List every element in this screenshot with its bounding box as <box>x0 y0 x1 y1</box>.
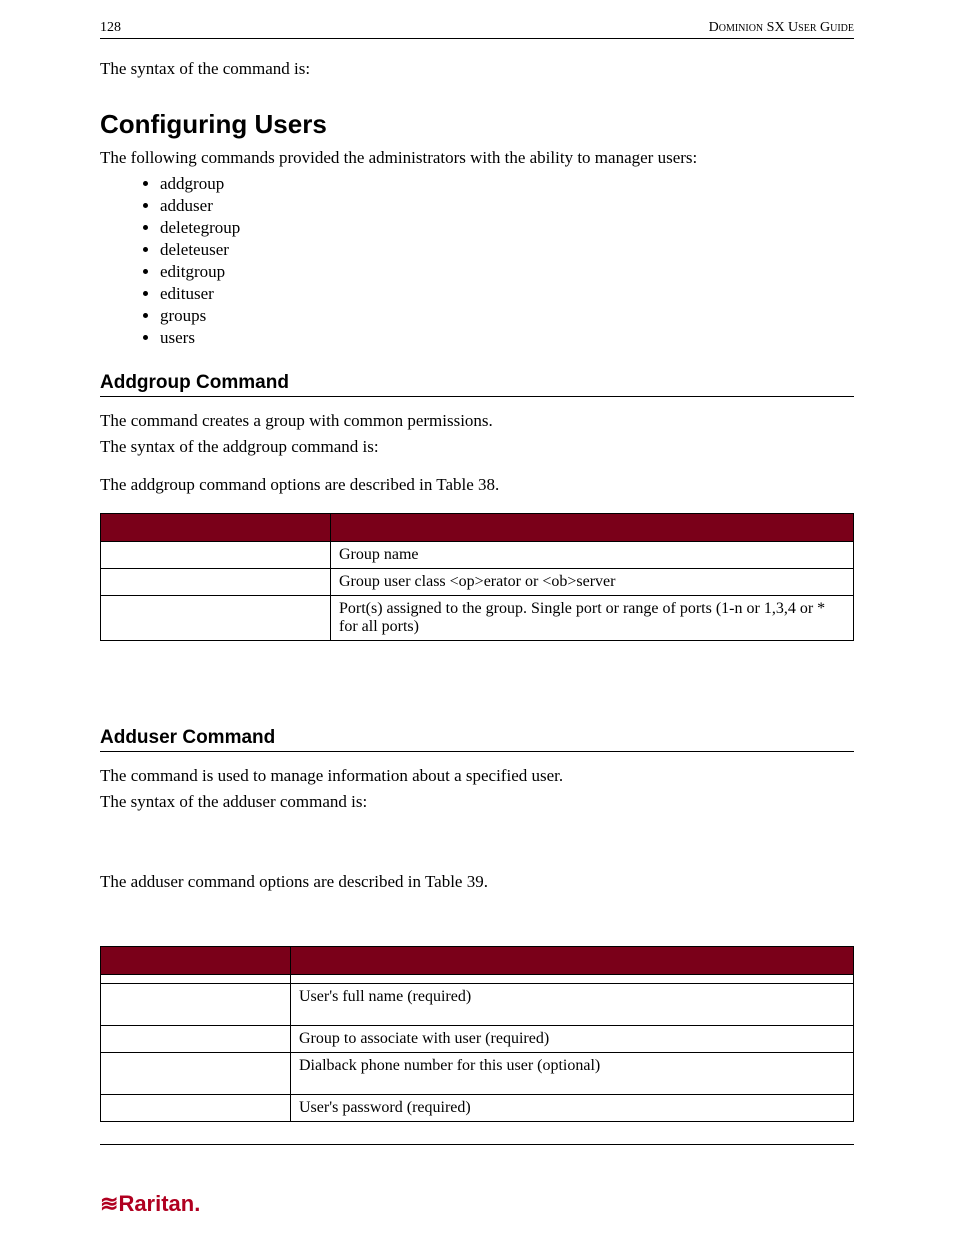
table-row: Port(s) assigned to the group. Single po… <box>101 596 854 641</box>
table-row: User's full name (required) <box>101 984 854 1026</box>
page-number: 128 <box>100 20 121 36</box>
option-cell <box>101 975 291 984</box>
section-heading-adduser: Adduser Command <box>100 727 854 752</box>
option-cell <box>101 569 331 596</box>
addgroup-desc: The command creates a group with common … <box>100 411 854 431</box>
logo-text: Raritan. <box>118 1191 200 1217</box>
text: command is used to manage information ab… <box>131 766 563 785</box>
description-cell <box>291 975 854 984</box>
description-cell: Group name <box>331 542 854 569</box>
table-header-row <box>101 947 854 975</box>
description-cell: Dialback phone number for this user (opt… <box>291 1053 854 1095</box>
table-row: Group name <box>101 542 854 569</box>
table-row: Group to associate with user (required) <box>101 1026 854 1053</box>
list-item: users <box>160 328 854 348</box>
table-header-row <box>101 514 854 542</box>
description-cell: User's password (required) <box>291 1095 854 1122</box>
list-item: addgroup <box>160 174 854 194</box>
table-header <box>101 514 331 542</box>
table-header <box>101 947 291 975</box>
table-row: User's password (required) <box>101 1095 854 1122</box>
adduser-syntax-intro: The syntax of the adduser command is: <box>100 792 854 812</box>
configuring-intro: The following commands provided the admi… <box>100 148 854 168</box>
addgroup-options-intro: The addgroup command options are describ… <box>100 475 854 495</box>
option-cell <box>101 542 331 569</box>
table-row: Dialback phone number for this user (opt… <box>101 1053 854 1095</box>
intro-text: The syntax of the command is: <box>100 59 854 79</box>
list-item: edituser <box>160 284 854 304</box>
section-heading-configuring-users: Configuring Users <box>100 109 854 140</box>
list-item: editgroup <box>160 262 854 282</box>
addgroup-options-table: Group name Group user class <op>erator o… <box>100 513 854 641</box>
command-list: addgroup adduser deletegroup deleteuser … <box>100 174 854 348</box>
raritan-logo: ≋ Raritan. <box>100 1191 200 1217</box>
list-item: groups <box>160 306 854 326</box>
page-header: 128 Dominion SX User Guide <box>100 20 854 39</box>
document-page: 128 Dominion SX User Guide The syntax of… <box>0 0 954 1235</box>
adduser-desc: The command is used to manage informatio… <box>100 766 854 786</box>
text: command creates a group with common perm… <box>131 411 493 430</box>
list-item: deletegroup <box>160 218 854 238</box>
footer-rule <box>100 1144 854 1145</box>
adduser-options-table: User's full name (required) Group to ass… <box>100 946 854 1122</box>
table-row: Group user class <op>erator or <ob>serve… <box>101 569 854 596</box>
list-item: adduser <box>160 196 854 216</box>
text: The <box>100 766 131 785</box>
option-cell <box>101 596 331 641</box>
text: The <box>100 411 131 430</box>
description-cell: Port(s) assigned to the group. Single po… <box>331 596 854 641</box>
table-header <box>291 947 854 975</box>
description-cell: User's full name (required) <box>291 984 854 1026</box>
table-row <box>101 975 854 984</box>
adduser-options-intro: The adduser command options are describe… <box>100 872 854 892</box>
logo-icon: ≋ <box>100 1191 114 1217</box>
option-cell <box>101 1026 291 1053</box>
table-header <box>331 514 854 542</box>
addgroup-syntax-intro: The syntax of the addgroup command is: <box>100 437 854 457</box>
list-item: deleteuser <box>160 240 854 260</box>
description-cell: Group user class <op>erator or <ob>serve… <box>331 569 854 596</box>
option-cell <box>101 984 291 1026</box>
description-cell: Group to associate with user (required) <box>291 1026 854 1053</box>
guide-title: Dominion SX User Guide <box>709 20 854 36</box>
option-cell <box>101 1095 291 1122</box>
option-cell <box>101 1053 291 1095</box>
section-heading-addgroup: Addgroup Command <box>100 372 854 397</box>
